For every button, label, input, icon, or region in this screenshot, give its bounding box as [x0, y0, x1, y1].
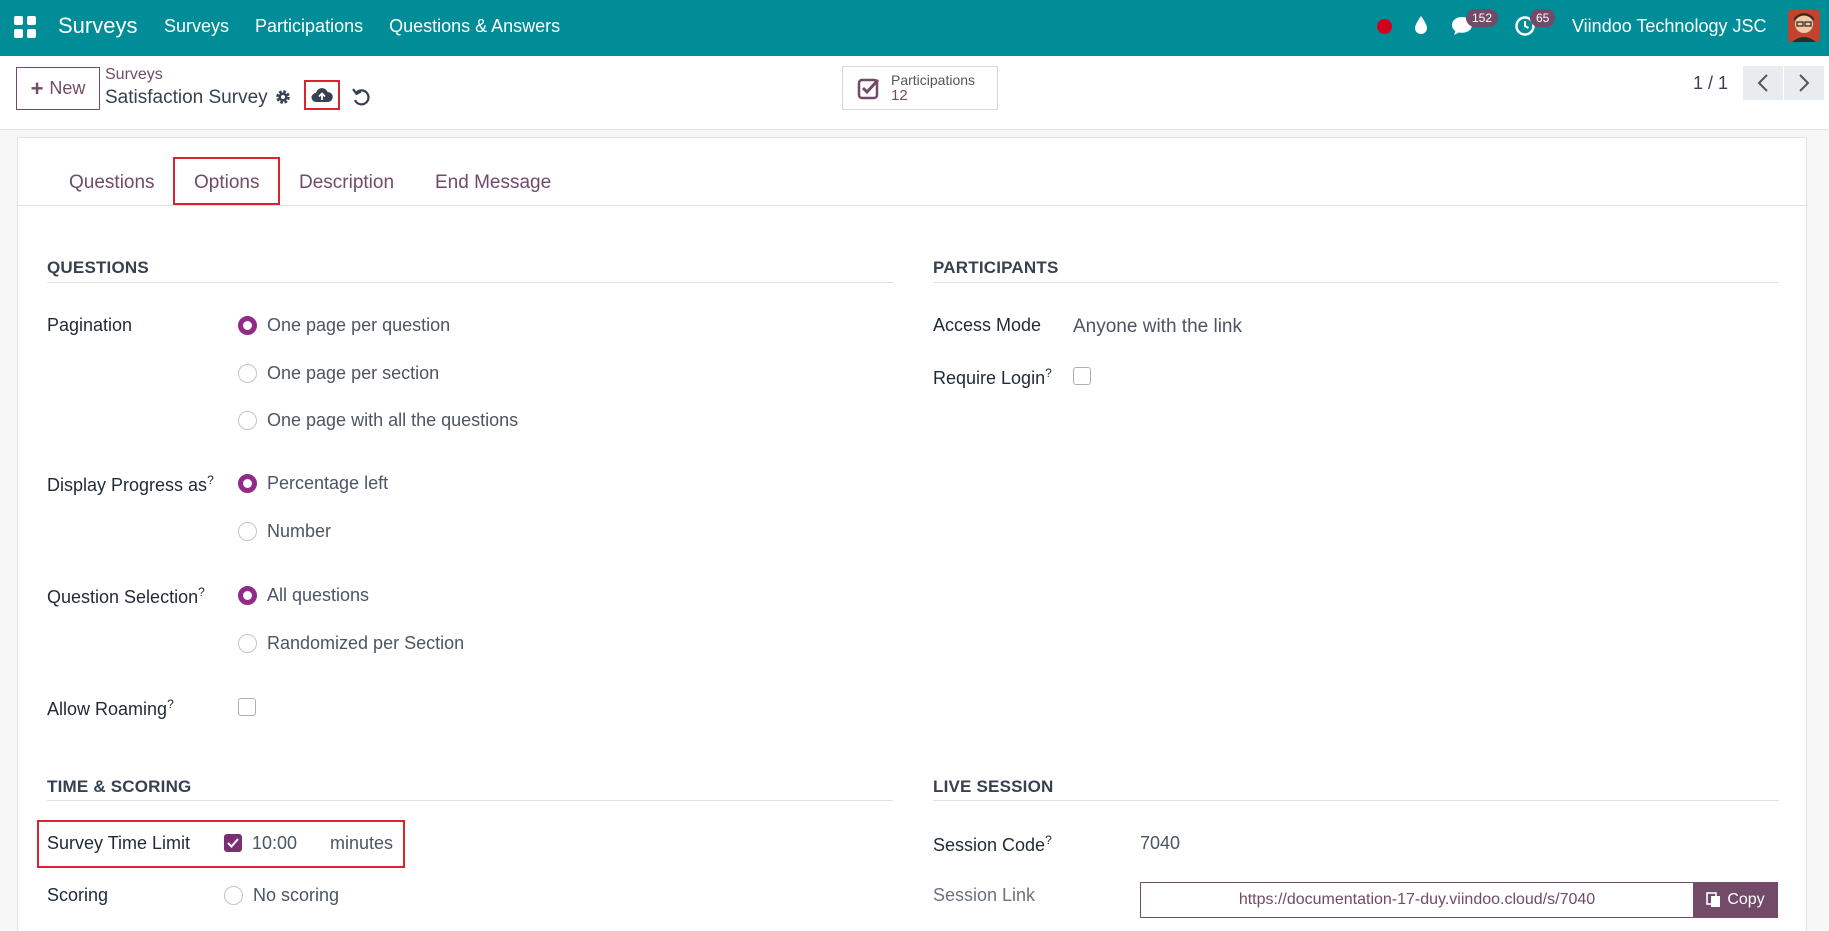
require-login-checkbox[interactable] — [1073, 367, 1091, 385]
tooltip-marker[interactable]: ? — [1045, 833, 1052, 847]
radio-one-page-per-question[interactable]: One page per question — [238, 315, 450, 336]
pager-previous-button[interactable] — [1743, 66, 1783, 100]
section-divider — [47, 282, 893, 283]
question-selection-label: Question Selection? — [47, 585, 205, 607]
breadcrumb-surveys[interactable]: Surveys — [105, 66, 163, 84]
section-divider — [933, 800, 1779, 801]
radio-number[interactable]: Number — [238, 521, 331, 542]
top-navbar: Surveys Surveys Participations Questions… — [0, 0, 1829, 56]
participations-stat-button[interactable]: Participations 12 — [842, 66, 998, 110]
messaging-count-badge: 152 — [1466, 9, 1499, 27]
radio-selected-icon — [238, 474, 257, 493]
plus-icon: + — [30, 75, 44, 101]
radio-unselected-icon — [238, 411, 257, 430]
copy-button[interactable]: Copy — [1693, 882, 1778, 918]
copy-icon — [1706, 892, 1721, 907]
display-progress-label: Display Progress as? — [47, 473, 214, 495]
tab-questions[interactable]: Questions — [69, 172, 155, 194]
tab-description[interactable]: Description — [299, 172, 394, 194]
apps-menu-icon[interactable] — [14, 16, 36, 38]
chevron-left-icon — [1757, 74, 1768, 92]
require-login-label: Require Login? — [933, 366, 1052, 388]
menu-item-questions-answers[interactable]: Questions & Answers — [389, 16, 560, 37]
chevron-right-icon — [1799, 74, 1810, 92]
app-brand[interactable]: Surveys — [58, 13, 137, 39]
survey-time-limit-checkbox[interactable] — [224, 834, 242, 852]
company-switcher[interactable]: Viindoo Technology JSC — [1572, 16, 1766, 37]
pagination-label: Pagination — [47, 315, 133, 335]
tab-end-message[interactable]: End Message — [435, 172, 551, 194]
discard-icon[interactable] — [352, 87, 370, 107]
radio-selected-icon — [238, 316, 257, 335]
user-avatar[interactable] — [1788, 10, 1820, 42]
menu-item-surveys[interactable]: Surveys — [164, 16, 229, 37]
session-code-input[interactable]: 7040 — [1140, 833, 1180, 854]
gear-icon[interactable] — [274, 88, 292, 106]
radio-one-page-all-questions[interactable]: One page with all the questions — [238, 410, 518, 431]
access-mode-select[interactable]: Anyone with the link — [1073, 316, 1242, 338]
radio-unselected-icon — [238, 634, 257, 653]
radio-one-page-per-section[interactable]: One page per section — [238, 363, 439, 384]
section-divider — [47, 800, 893, 801]
radio-all-questions[interactable]: All questions — [238, 585, 369, 606]
allow-roaming-label: Allow Roaming? — [47, 697, 174, 719]
pager-next-button[interactable] — [1784, 66, 1824, 100]
recording-dot-icon[interactable] — [1377, 19, 1392, 34]
activity-count-badge: 65 — [1530, 9, 1556, 27]
menu-item-participations[interactable]: Participations — [255, 16, 363, 37]
allow-roaming-checkbox[interactable] — [238, 698, 256, 716]
radio-unselected-icon — [238, 522, 257, 541]
stat-label: Participations — [891, 72, 976, 88]
stat-value: 12 — [891, 87, 908, 104]
tab-options[interactable]: Options — [194, 172, 259, 194]
radio-unselected-icon — [238, 364, 257, 383]
pager-value[interactable]: 1 / 1 — [1693, 73, 1728, 94]
radio-randomized-per-section[interactable]: Randomized per Section — [238, 633, 464, 654]
check-square-icon — [857, 78, 880, 100]
checkmark-icon — [227, 838, 239, 848]
save-button[interactable] — [304, 80, 340, 110]
main-menu: Surveys Participations Questions & Answe… — [164, 16, 560, 37]
radio-selected-icon — [238, 586, 257, 605]
section-divider — [933, 282, 1779, 283]
record-title: Satisfaction Survey — [105, 87, 268, 108]
new-button[interactable]: + New — [16, 67, 100, 110]
radio-percentage-left[interactable]: Percentage left — [238, 473, 388, 494]
tooltip-marker[interactable]: ? — [1045, 366, 1052, 380]
session-link-field[interactable]: https://documentation-17-duy.viindoo.clo… — [1140, 882, 1694, 918]
cloud-upload-icon — [311, 88, 333, 102]
time-limit-input[interactable]: 10:00 — [252, 833, 297, 854]
drop-icon[interactable] — [1414, 15, 1428, 35]
section-title-participants: PARTICIPANTS — [933, 258, 1059, 277]
time-limit-unit: minutes — [330, 833, 394, 853]
access-mode-label: Access Mode — [933, 315, 1042, 335]
section-title-time-scoring: TIME & SCORING — [47, 777, 192, 796]
survey-time-limit-label: Survey Time Limit — [47, 833, 191, 853]
tooltip-marker[interactable]: ? — [207, 473, 214, 487]
radio-no-scoring[interactable]: No scoring — [224, 885, 339, 906]
radio-unselected-icon — [224, 886, 243, 905]
section-title-questions: QUESTIONS — [47, 258, 149, 277]
section-title-live-session: LIVE SESSION — [933, 777, 1054, 796]
notebook-tabs: Questions Options Description End Messag… — [18, 138, 1808, 206]
tooltip-marker[interactable]: ? — [167, 697, 174, 711]
session-link-label: Session Link — [933, 885, 1036, 905]
session-code-label: Session Code? — [933, 833, 1052, 855]
control-panel: + New Surveys Satisfaction Survey Partic… — [0, 56, 1829, 130]
scoring-label: Scoring — [47, 885, 109, 905]
tooltip-marker[interactable]: ? — [198, 585, 205, 599]
